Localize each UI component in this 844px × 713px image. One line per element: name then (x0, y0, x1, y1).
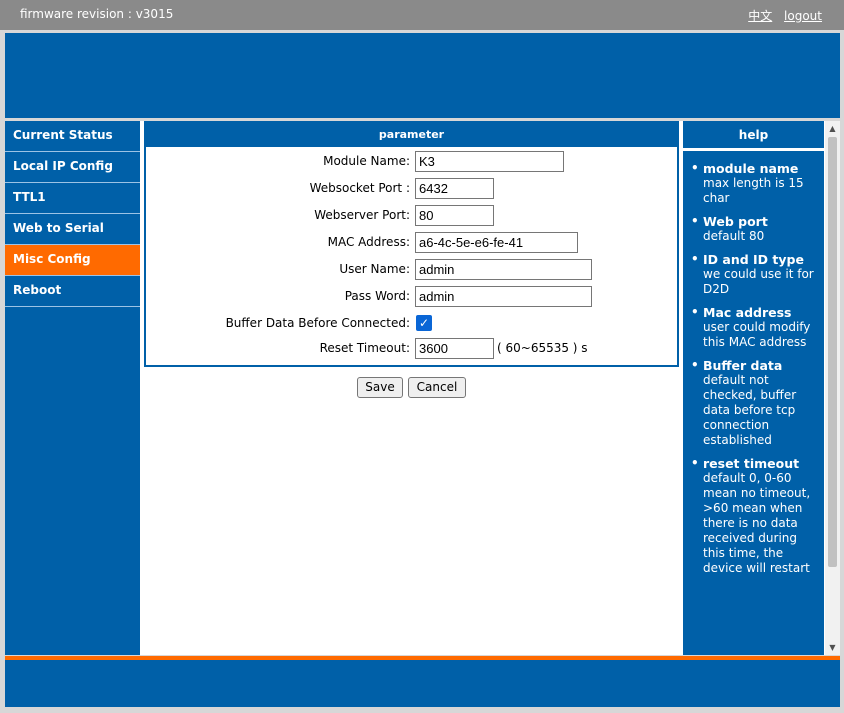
logout-link[interactable]: logout (784, 9, 822, 23)
scroll-up-arrow-icon[interactable]: ▲ (825, 121, 840, 136)
cancel-button[interactable]: Cancel (408, 377, 466, 398)
webserver-port-input[interactable] (415, 205, 494, 226)
scroll-down-arrow-icon[interactable]: ▼ (825, 640, 840, 655)
top-bar: firmware revision : v3015 中文 logout (0, 0, 844, 30)
help-item: ID and ID typewe could use it for D2D (691, 252, 820, 297)
parameter-title: parameter (378, 128, 445, 141)
mac-address-input[interactable] (415, 232, 578, 253)
help-item-text: default not checked, buffer data before … (703, 373, 797, 447)
sidebar-item-ttl1[interactable]: TTL1 (5, 183, 140, 214)
sidebar-item-current-status[interactable]: Current Status (5, 121, 140, 152)
module-name-input[interactable] (415, 151, 564, 172)
websocket-port-label: Websocket Port : (309, 181, 410, 195)
websocket-port-row: Websocket Port : (146, 178, 677, 200)
webserver-port-label: Webserver Port: (314, 208, 410, 222)
help-item: Mac addressuser could modify this MAC ad… (691, 305, 820, 350)
help-item-text: we could use it for D2D (703, 267, 814, 296)
reset-timeout-row: Reset Timeout: ( 60~65535 ) s (146, 338, 677, 360)
help-item-title: ID and ID type (703, 252, 804, 267)
help-list: module namemax length is 15 char Web por… (683, 151, 824, 576)
help-item-text: default 0, 0-60 mean no timeout, >60 mea… (703, 471, 811, 575)
language-link[interactable]: 中文 (748, 9, 772, 23)
pass-word-label: Pass Word: (344, 289, 410, 303)
help-item-title: Buffer data (703, 358, 783, 373)
user-name-label: User Name: (339, 262, 410, 276)
pass-word-input[interactable] (415, 286, 592, 307)
help-item: Web portdefault 80 (691, 214, 820, 244)
webserver-port-row: Webserver Port: (146, 205, 677, 227)
help-item-title: Mac address (703, 305, 792, 320)
parameter-panel: parameter Module Name: Websocket Port : … (144, 121, 679, 367)
help-scrollbar[interactable]: ▲ ▼ (825, 121, 840, 655)
sidebar: Current Status Local IP Config TTL1 Web … (5, 121, 140, 655)
help-item-title: Web port (703, 214, 768, 229)
top-links: 中文 logout (740, 7, 822, 24)
save-button[interactable]: Save (357, 377, 403, 398)
buffer-data-label: Buffer Data Before Connected: (225, 316, 410, 330)
module-name-row: Module Name: (146, 151, 677, 173)
websocket-port-input[interactable] (415, 178, 494, 199)
buffer-data-row: Buffer Data Before Connected: ✓ (146, 313, 677, 335)
reset-timeout-range: ( 60~65535 ) s (497, 341, 588, 355)
scrollbar-thumb[interactable] (828, 137, 837, 567)
parameter-form: Module Name: Websocket Port : Webserver … (146, 147, 677, 365)
firmware-revision: firmware revision : v3015 (20, 7, 174, 21)
help-item: reset timeoutdefault 0, 0-60 mean no tim… (691, 456, 820, 576)
user-name-row: User Name: (146, 259, 677, 281)
help-title: help (683, 121, 824, 151)
help-item: module namemax length is 15 char (691, 161, 820, 206)
footer-bar (5, 660, 840, 707)
sidebar-item-reboot[interactable]: Reboot (5, 276, 140, 307)
help-item-text: user could modify this MAC address (703, 320, 811, 349)
help-item: Buffer datadefault not checked, buffer d… (691, 358, 820, 448)
sidebar-item-web-to-serial[interactable]: Web to Serial (5, 214, 140, 245)
help-panel: help module namemax length is 15 char We… (683, 121, 824, 655)
help-item-title: reset timeout (703, 456, 800, 471)
header-banner (5, 33, 840, 118)
help-item-text: default 80 (703, 229, 765, 243)
module-name-label: Module Name: (323, 154, 410, 168)
help-item-text: max length is 15 char (703, 176, 804, 205)
sidebar-item-misc-config[interactable]: Misc Config (5, 245, 140, 276)
buffer-data-checkbox[interactable]: ✓ (416, 315, 432, 331)
reset-timeout-label: Reset Timeout: (319, 341, 410, 355)
mac-address-row: MAC Address: (146, 232, 677, 254)
pass-word-row: Pass Word: (146, 286, 677, 308)
mac-address-label: MAC Address: (327, 235, 410, 249)
user-name-input[interactable] (415, 259, 592, 280)
sidebar-item-local-ip-config[interactable]: Local IP Config (5, 152, 140, 183)
reset-timeout-input[interactable] (415, 338, 494, 359)
help-item-title: module name (703, 161, 799, 176)
